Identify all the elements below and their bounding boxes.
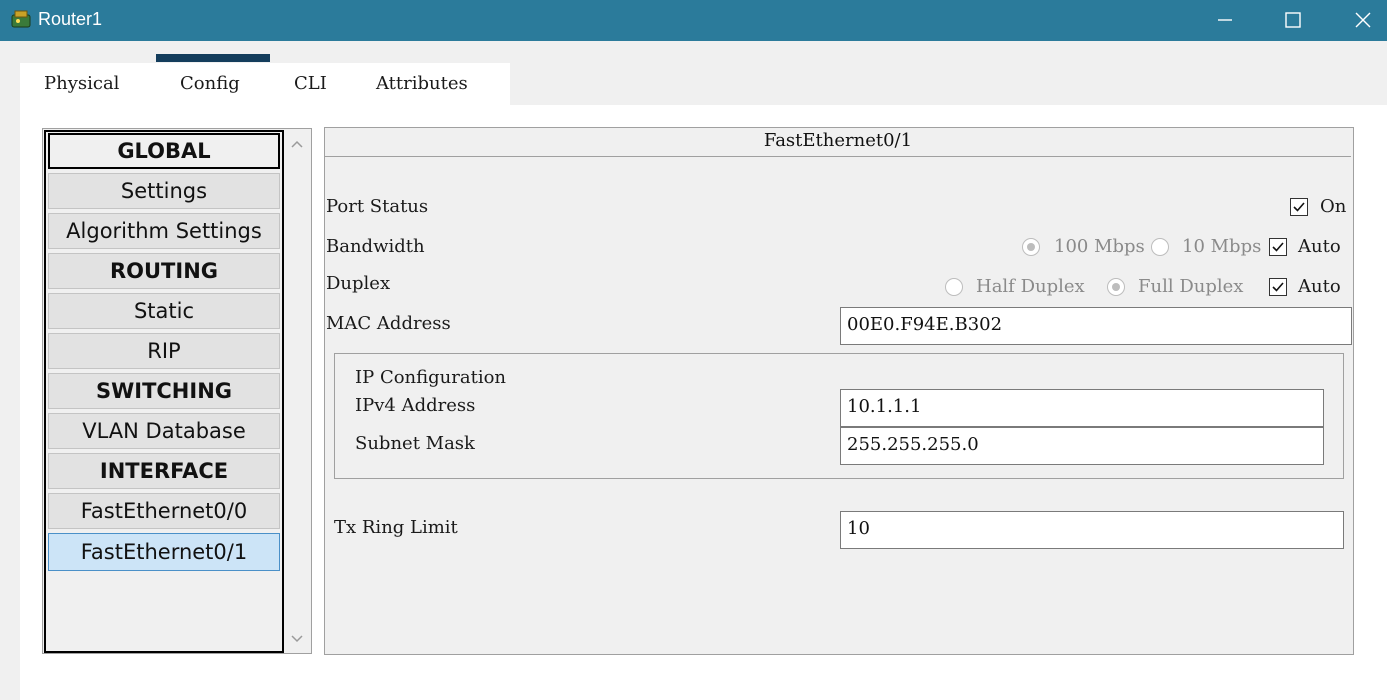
sidebar-item-label: SWITCHING	[95, 379, 233, 403]
sidebar-item-fastethernet0-0[interactable]: FastEthernet0/0	[48, 493, 280, 529]
bandwidth-auto-label: Auto	[1298, 236, 1341, 257]
tab-attributes[interactable]: Attributes	[376, 73, 468, 94]
duplex-auto-label: Auto	[1298, 276, 1341, 297]
tab-cli[interactable]: CLI	[294, 73, 327, 94]
ipv4-address-label: IPv4 Address	[355, 395, 476, 416]
sidebar-header-global[interactable]: GLOBAL	[48, 133, 280, 169]
sidebar-item-label: FastEthernet0/1	[80, 540, 248, 564]
close-icon	[1355, 12, 1371, 28]
sidebar-header-switching[interactable]: SWITCHING	[48, 373, 280, 409]
mac-address-field[interactable]: 00E0.F94E.B302	[840, 307, 1352, 345]
mac-address-label: MAC Address	[326, 313, 451, 334]
sidebar-item-label: INTERFACE	[99, 459, 229, 483]
sidebar-item-rip[interactable]: RIP	[48, 333, 280, 369]
minimize-button[interactable]	[1195, 0, 1255, 41]
maximize-button[interactable]	[1263, 0, 1323, 41]
checkmark-icon	[1293, 202, 1305, 212]
duplex-auto-checkbox[interactable]	[1269, 278, 1287, 296]
bandwidth-100-label: 100 Mbps	[1054, 236, 1145, 257]
sidebar-header-interface[interactable]: INTERFACE	[48, 453, 280, 489]
sidebar-item-label: Static	[133, 299, 195, 323]
window-title: Router1	[38, 9, 103, 29]
checkmark-icon	[1272, 242, 1284, 252]
tab-config[interactable]: Config	[180, 73, 240, 94]
tab-physical[interactable]: Physical	[44, 73, 119, 94]
duplex-label: Duplex	[326, 273, 391, 294]
close-button[interactable]	[1333, 0, 1387, 41]
tx-ring-limit-label: Tx Ring Limit	[334, 517, 458, 538]
sidebar-item-label: RIP	[147, 339, 181, 363]
port-status-on-checkbox[interactable]	[1290, 198, 1308, 216]
duplex-half-radio[interactable]	[945, 278, 963, 296]
bandwidth-auto-checkbox[interactable]	[1269, 238, 1287, 256]
tab-strip: Physical Config CLI Attributes	[20, 63, 510, 105]
checkmark-icon	[1272, 282, 1284, 292]
sidebar-header-routing[interactable]: ROUTING	[48, 253, 280, 289]
bandwidth-label: Bandwidth	[326, 236, 425, 257]
sidebar-item-static[interactable]: Static	[48, 293, 280, 329]
port-status-on-label: On	[1320, 196, 1347, 217]
ip-configuration-title: IP Configuration	[355, 367, 507, 388]
sidebar-item-label: GLOBAL	[117, 139, 211, 163]
sidebar-item-label: VLAN Database	[82, 419, 246, 443]
title-divider	[325, 156, 1351, 157]
sidebar-item-label: FastEthernet0/0	[80, 499, 248, 523]
port-status-label: Port Status	[326, 196, 429, 217]
panel-title: FastEthernet0/1	[763, 130, 913, 151]
sidebar-item-label: ROUTING	[109, 259, 219, 283]
ipv4-address-field[interactable]: 10.1.1.1	[840, 389, 1324, 427]
router-app-icon	[11, 10, 31, 28]
subnet-mask-label: Subnet Mask	[355, 433, 475, 454]
sidebar-item-settings[interactable]: Settings	[48, 173, 280, 209]
duplex-full-label: Full Duplex	[1138, 276, 1244, 297]
sidebar-item-label: Settings	[120, 179, 208, 203]
tx-ring-limit-field[interactable]: 10	[840, 511, 1344, 549]
sidebar-item-fastethernet0-1[interactable]: FastEthernet0/1	[48, 533, 280, 571]
scroll-down-icon[interactable]	[289, 632, 305, 646]
sidebar-list: GLOBAL Settings Algorithm Settings ROUTI…	[44, 130, 284, 653]
bandwidth-100-radio[interactable]	[1022, 238, 1040, 256]
duplex-half-label: Half Duplex	[976, 276, 1085, 297]
subnet-mask-field[interactable]: 255.255.255.0	[840, 427, 1324, 465]
minimize-icon	[1218, 19, 1232, 21]
active-tab-indicator	[156, 54, 270, 62]
bandwidth-10-radio[interactable]	[1151, 238, 1169, 256]
scroll-up-icon[interactable]	[289, 137, 305, 151]
title-bar: Router1	[0, 0, 1387, 41]
maximize-icon	[1285, 12, 1301, 28]
sidebar-item-algorithm-settings[interactable]: Algorithm Settings	[48, 213, 280, 249]
sidebar-item-vlan-database[interactable]: VLAN Database	[48, 413, 280, 449]
sidebar-item-label: Algorithm Settings	[66, 219, 262, 243]
duplex-full-radio[interactable]	[1107, 278, 1125, 296]
bandwidth-10-label: 10 Mbps	[1182, 236, 1262, 257]
sidebar: GLOBAL Settings Algorithm Settings ROUTI…	[42, 128, 312, 654]
